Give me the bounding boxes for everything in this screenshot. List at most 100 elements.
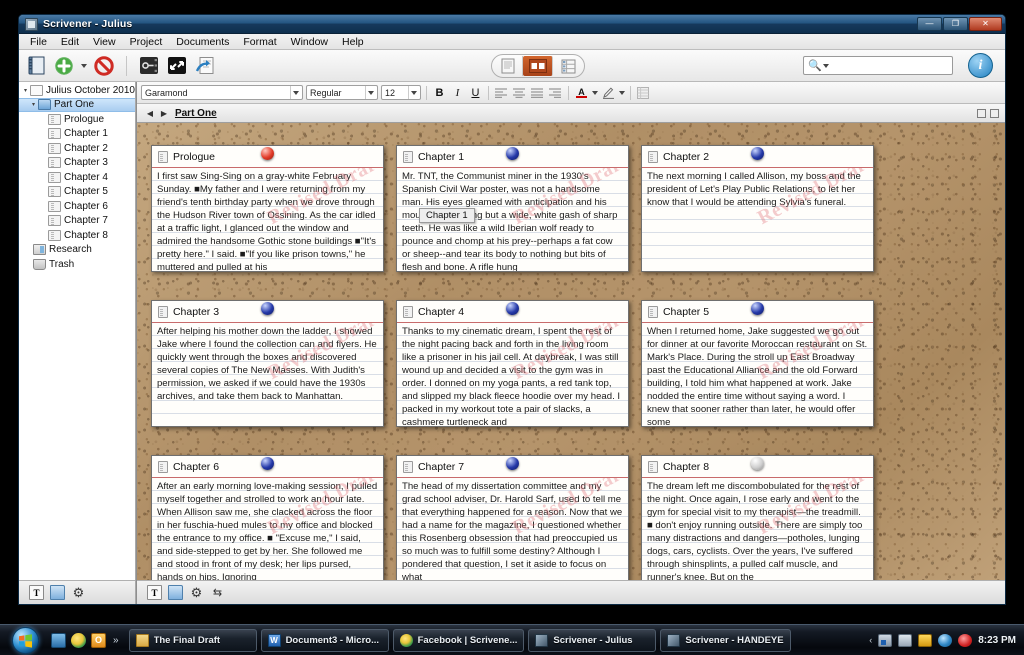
back-button[interactable]: ◀ [143, 109, 157, 118]
sidebar-item-chapter-1[interactable]: Chapter 1 [19, 127, 135, 142]
view-mode-document[interactable] [493, 56, 523, 76]
split-horizontal-icon[interactable] [977, 108, 986, 118]
sidebar-item-chapter-6[interactable]: Chapter 6 [19, 199, 135, 214]
index-card[interactable]: Prologue Revised Draft I first saw Sing-… [150, 145, 384, 272]
pin-icon[interactable] [260, 147, 274, 160]
index-card[interactable]: Chapter 2 Revised Draft The next morning… [640, 145, 874, 272]
corkboard[interactable]: Prologue Revised Draft I first saw Sing-… [136, 123, 1005, 580]
italic-button[interactable]: I [450, 85, 465, 101]
taskbar-item-facebook[interactable]: Facebook | Scrivene... [392, 628, 525, 652]
sidebar-item-chapter-7[interactable]: Chapter 7 [19, 214, 135, 229]
font-style-select[interactable]: Regular [305, 85, 378, 100]
tray-expand-icon[interactable]: ‹ [869, 635, 872, 645]
add-text-icon[interactable]: T [29, 585, 44, 600]
taskbar-item-final-draft[interactable]: The Final Draft [128, 628, 257, 652]
card-body[interactable]: Revised Draft The dream left me discombo… [641, 478, 873, 580]
card-body[interactable]: Revised Draft Thanks to my cinematic dre… [396, 323, 628, 426]
add-icon[interactable] [53, 55, 75, 77]
card-body[interactable]: Revised Draft After an early morning lov… [151, 478, 383, 580]
index-card[interactable]: Chapter 8 Revised Draft The dream left m… [640, 455, 874, 580]
view-mode-corkboard[interactable] [523, 56, 553, 76]
menu-item-file[interactable]: File [23, 35, 54, 49]
globe-icon[interactable] [938, 633, 953, 647]
inspector-icon[interactable] [138, 55, 160, 77]
pin-icon[interactable] [750, 302, 764, 315]
twisty-icon[interactable]: ▾ [29, 101, 38, 108]
highlight-caret-icon[interactable] [618, 90, 625, 95]
index-card[interactable]: Chapter 1 Revised Draft Mr. TNT, the Com… [395, 145, 629, 272]
align-justify-button[interactable] [548, 85, 563, 101]
menu-item-format[interactable]: Format [236, 35, 283, 49]
inspector-info-button[interactable]: i [968, 53, 993, 78]
pin-icon[interactable] [750, 457, 764, 470]
full-screen-icon[interactable] [166, 55, 188, 77]
sidebar-item-chapter-2[interactable]: Chapter 2 [19, 141, 135, 156]
delete-icon[interactable] [93, 55, 115, 77]
binder-toggle-icon[interactable] [25, 55, 47, 77]
pin-icon[interactable] [505, 457, 519, 470]
clock[interactable]: 8:23 PM [978, 635, 1016, 646]
chevron-down-icon[interactable] [364, 86, 377, 99]
sidebar-item-research[interactable]: Research [19, 243, 135, 258]
add-folder-icon[interactable] [167, 585, 183, 600]
menu-item-documents[interactable]: Documents [169, 35, 236, 49]
pin-icon[interactable] [505, 147, 519, 160]
import-icon[interactable] [194, 55, 216, 77]
binder-tree[interactable]: ▾ Julius October 2010 ▾ Part One Prologu… [19, 82, 135, 580]
text-color-caret-icon[interactable] [591, 90, 598, 95]
add-text-icon[interactable]: T [146, 585, 162, 600]
swap-icon[interactable]: ⇆ [210, 585, 225, 600]
card-body[interactable]: Revised Draft When I returned home, Jake… [641, 323, 873, 426]
list-icon[interactable] [636, 85, 651, 101]
index-card[interactable]: Chapter 7 Revised Draft The head of my d… [395, 455, 629, 580]
pin-icon[interactable] [505, 302, 519, 315]
align-right-button[interactable] [530, 85, 545, 101]
sidebar-item-chapter-3[interactable]: Chapter 3 [19, 156, 135, 171]
card-body[interactable]: Revised Draft The next morning I called … [641, 168, 873, 271]
start-orb-icon[interactable] [3, 626, 47, 654]
search-input[interactable]: 🔍 [803, 56, 953, 75]
index-card[interactable]: Chapter 6 Revised Draft After an early m… [150, 455, 384, 580]
sidebar-item-trash[interactable]: Trash [19, 257, 135, 272]
index-card[interactable]: Chapter 4 Revised Draft Thanks to my cin… [395, 300, 629, 427]
pin-icon[interactable] [750, 147, 764, 160]
sidebar-item-chapter-8[interactable]: Chapter 8 [19, 228, 135, 243]
sidebar-item-prologue[interactable]: Prologue [19, 112, 135, 127]
card-body[interactable]: Revised Draft I first saw Sing-Sing on a… [151, 168, 383, 271]
chevron-down-icon[interactable] [407, 86, 420, 99]
chevron-down-icon[interactable] [289, 86, 302, 99]
forward-button[interactable]: ▶ [157, 109, 171, 118]
menu-item-window[interactable]: Window [284, 35, 335, 49]
font-size-select[interactable]: 12 [380, 85, 421, 100]
breadcrumb[interactable]: Part One [175, 108, 217, 119]
add-folder-icon[interactable] [50, 585, 65, 600]
show-desktop-icon[interactable] [51, 632, 66, 648]
taskbar-item-scrivener-julius[interactable]: Scrivener - Julius [528, 628, 657, 652]
card-body[interactable]: Revised Draft After helping his mother d… [151, 323, 383, 426]
align-left-button[interactable] [494, 85, 509, 101]
taskbar-item-scrivener-handeye[interactable]: Scrivener - HANDEYE [660, 628, 791, 652]
sidebar-item-chapter-4[interactable]: Chapter 4 [19, 170, 135, 185]
twisty-icon[interactable]: ▾ [21, 87, 30, 94]
menu-item-view[interactable]: View [86, 35, 123, 49]
font-family-select[interactable]: Garamond [140, 85, 303, 100]
card-body[interactable]: Revised Draft The head of my dissertatio… [396, 478, 628, 580]
close-button[interactable]: ✕ [969, 17, 1002, 31]
bold-button[interactable]: B [432, 85, 447, 101]
settings-gear-icon[interactable]: ⚙ [189, 585, 204, 600]
text-color-button[interactable]: A [574, 85, 589, 101]
add-dropdown-caret-icon[interactable] [81, 63, 87, 68]
pin-icon[interactable] [260, 457, 274, 470]
minimize-button[interactable]: — [917, 17, 942, 31]
menu-item-project[interactable]: Project [123, 35, 170, 49]
sidebar-item-project[interactable]: ▾ Julius October 2010 [19, 83, 135, 98]
taskbar-item-document3[interactable]: W Document3 - Micro... [260, 628, 389, 652]
shield-icon[interactable] [918, 633, 933, 647]
menu-item-edit[interactable]: Edit [54, 35, 86, 49]
volume-icon[interactable] [958, 633, 973, 647]
sidebar-item-chapter-5[interactable]: Chapter 5 [19, 185, 135, 200]
search-dropdown-caret-icon[interactable] [822, 63, 829, 68]
align-center-button[interactable] [512, 85, 527, 101]
index-card[interactable]: Chapter 5 Revised Draft When I returned … [640, 300, 874, 427]
settings-gear-icon[interactable]: ⚙ [71, 585, 86, 600]
